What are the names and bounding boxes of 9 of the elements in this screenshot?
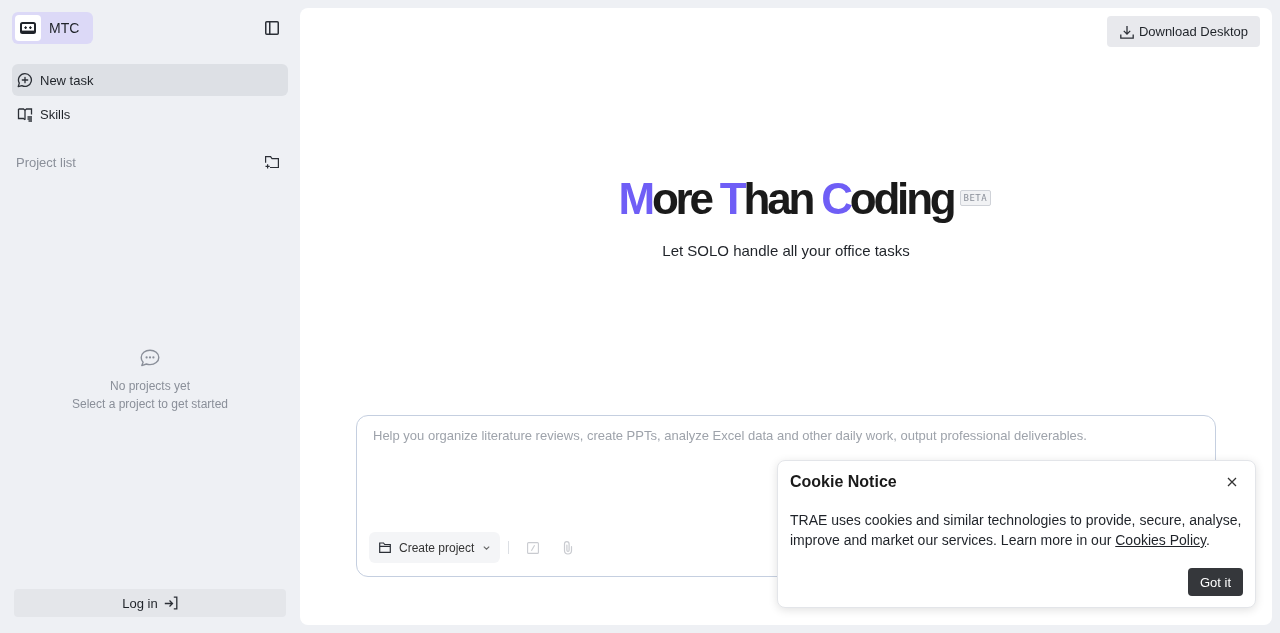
- cookie-notice-text: TRAE uses cookies and similar technologies to provide, secure, analyse, improve and market our services. Learn more in our Cookies Policy.: [790, 511, 1243, 550]
- cookie-notice-title: Cookie Notice: [790, 473, 897, 491]
- section-title: Project list: [16, 154, 76, 170]
- empty-state-hint: Select a project to get started: [71, 395, 229, 413]
- subtitle: Let SOLO handle all your office tasks: [662, 241, 910, 261]
- empty-state-title: No projects yet: [109, 377, 190, 395]
- app-name: MTC: [49, 20, 80, 36]
- page-title: More Than Coding: [618, 177, 954, 221]
- beta-label: BETA: [959, 190, 992, 206]
